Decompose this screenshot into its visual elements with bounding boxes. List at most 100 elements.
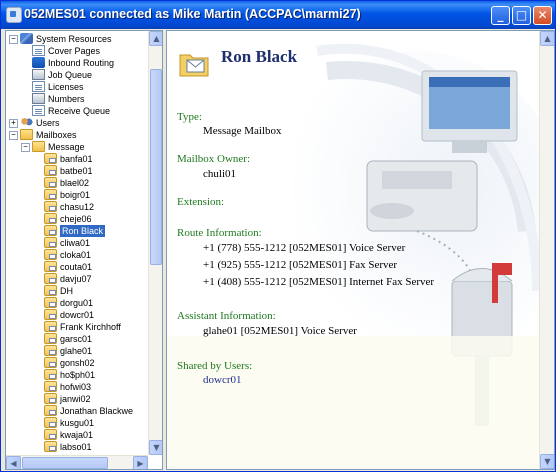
tree-item[interactable]: − System Resources xyxy=(6,33,148,45)
tree-item[interactable]: kusgu01 xyxy=(6,417,148,429)
tree-hscroll-thumb[interactable] xyxy=(22,457,108,469)
tree-item-label: System Resources xyxy=(36,34,112,44)
tree-item[interactable]: dowcr01 xyxy=(6,309,148,321)
tree-item[interactable]: ho$ph01 xyxy=(6,369,148,381)
message-folder-icon xyxy=(32,141,45,152)
title-bar[interactable]: 052MES01 connected as Mike Martin (ACCPA… xyxy=(1,1,555,29)
scroll-right-button[interactable]: ▶ xyxy=(133,456,148,469)
navigation-tree: − System Resources Cover Pages Inbound Rout… xyxy=(6,31,148,455)
tree-item[interactable]: gonsh02 xyxy=(6,357,148,369)
tree-item[interactable]: couta01 xyxy=(6,261,148,273)
minimize-button[interactable]: _ xyxy=(491,6,510,25)
tree-item[interactable]: davju07 xyxy=(6,273,148,285)
tree-item[interactable]: Frank Kirchhoff xyxy=(6,321,148,333)
maximize-button[interactable]: □ xyxy=(512,6,531,25)
tree-item-label: Receive Queue xyxy=(48,106,111,116)
close-button[interactable]: ✕ xyxy=(533,6,552,25)
tree-item-label: Ron Black xyxy=(60,225,106,237)
tree-item-label: Frank Kirchhoff xyxy=(60,322,121,332)
tree-item-label: Job Queue xyxy=(48,70,93,80)
tree-item[interactable]: chasu12 xyxy=(6,201,148,213)
mailbox-icon xyxy=(44,417,57,428)
folder-icon xyxy=(20,129,33,140)
tree-item[interactable]: garsc01 xyxy=(6,333,148,345)
tree-item-label: Inbound Routing xyxy=(48,58,115,68)
tree-item-label: glahe01 xyxy=(60,346,93,356)
tree-item[interactable]: glahe01 xyxy=(6,345,148,357)
route-line: +1 (408) 555-1212 [052MES01] Internet Fa… xyxy=(203,276,435,288)
scroll-left-button[interactable]: ◀ xyxy=(6,456,21,469)
tree-item-label: Message xyxy=(48,142,85,152)
app-window: 052MES01 connected as Mike Martin (ACCPA… xyxy=(0,0,556,472)
tree-item-label: banfa01 xyxy=(60,154,93,164)
collapse-icon[interactable]: − xyxy=(9,131,18,140)
scroll-down-button[interactable]: ▼ xyxy=(149,440,162,455)
shared-label: Shared by Users: xyxy=(177,360,253,372)
tree-item[interactable]: DH xyxy=(6,285,148,297)
expand-icon[interactable]: + xyxy=(9,119,18,128)
tree-item[interactable]: banfa01 xyxy=(6,153,148,165)
tree-item-label: gonsh02 xyxy=(60,358,95,368)
tree-item[interactable]: cloka01 xyxy=(6,249,148,261)
mailbox-icon xyxy=(44,441,57,452)
tree-horizontal-scrollbar[interactable]: ◀ ▶ xyxy=(6,455,148,469)
tree-item[interactable]: cliwa01 xyxy=(6,237,148,249)
assistant-label: Assistant Information: xyxy=(177,310,276,322)
tree-item[interactable]: Receive Queue xyxy=(6,105,148,117)
navigation-tree-pane: − System Resources Cover Pages Inbound Rout… xyxy=(5,30,163,470)
mailbox-detail-pane: Ron Black Type: Message Mailbox Mailbox … xyxy=(166,30,555,470)
detail-scroll-up-button[interactable]: ▲ xyxy=(540,31,554,46)
tree-item[interactable]: Ron Black xyxy=(6,225,148,237)
tree-item-label: cliwa01 xyxy=(60,238,91,248)
tree-scroll-thumb[interactable] xyxy=(150,69,162,265)
tree-item-label: davju07 xyxy=(60,274,92,284)
tree-item[interactable]: Inbound Routing xyxy=(6,57,148,69)
tree-item[interactable]: cheje06 xyxy=(6,213,148,225)
tree-item[interactable]: boigr01 xyxy=(6,189,148,201)
tree-item[interactable]: + Users xyxy=(6,117,148,129)
mailbox-folder-icon xyxy=(179,54,209,77)
page-icon xyxy=(32,105,45,116)
tree-item[interactable]: − Message xyxy=(6,141,148,153)
mailbox-icon xyxy=(44,177,57,188)
mailbox-icon xyxy=(44,213,57,224)
tree-item[interactable]: Job Queue xyxy=(6,69,148,81)
assistant-value: glahe01 [052MES01] Voice Server xyxy=(203,325,357,337)
tree-item[interactable]: blael02 xyxy=(6,177,148,189)
mailbox-icon xyxy=(44,297,57,308)
tree-item[interactable]: kwaja01 xyxy=(6,429,148,441)
mailbox-icon xyxy=(44,201,57,212)
tree-item[interactable]: hofwi03 xyxy=(6,381,148,393)
mailbox-icon xyxy=(44,393,57,404)
scroll-up-button[interactable]: ▲ xyxy=(149,31,162,46)
tree-item[interactable]: dorgu01 xyxy=(6,297,148,309)
owner-value: chuli01 xyxy=(203,168,236,180)
page-icon xyxy=(32,45,45,56)
collapse-icon[interactable]: − xyxy=(21,143,30,152)
collapse-icon[interactable]: − xyxy=(9,35,18,44)
tree-item[interactable]: Numbers xyxy=(6,93,148,105)
tree-vertical-scrollbar[interactable]: ▲ ▼ xyxy=(148,31,162,455)
tree-item[interactable]: − Mailboxes xyxy=(6,129,148,141)
tree-item[interactable]: batbe01 xyxy=(6,165,148,177)
tree-item-label: dorgu01 xyxy=(60,298,94,308)
tree-item-label: Numbers xyxy=(48,94,85,104)
tree-item[interactable]: labso01 xyxy=(6,441,148,453)
tree-item-label: boigr01 xyxy=(60,190,91,200)
mailbox-icon xyxy=(44,429,57,440)
type-label: Type: xyxy=(177,111,202,123)
tree-item-label: batbe01 xyxy=(60,166,93,176)
tree-item[interactable]: Licenses xyxy=(6,81,148,93)
tree-item[interactable]: Jonathan Blackwe xyxy=(6,405,148,417)
tree-item-label: chasu12 xyxy=(60,202,95,212)
tree-item-label: blael02 xyxy=(60,178,90,188)
tree-item-label: Jonathan Blackwe xyxy=(60,406,134,416)
tree-item-label: cloka01 xyxy=(60,250,92,260)
queue-icon xyxy=(32,93,45,104)
detail-vertical-scrollbar[interactable]: ▲ ▼ xyxy=(539,31,554,469)
page-icon xyxy=(32,81,45,92)
tree-item[interactable]: janwi02 xyxy=(6,393,148,405)
tree-item[interactable]: Cover Pages xyxy=(6,45,148,57)
detail-scroll-down-button[interactable]: ▼ xyxy=(540,454,554,469)
close-icon: ✕ xyxy=(537,8,548,22)
